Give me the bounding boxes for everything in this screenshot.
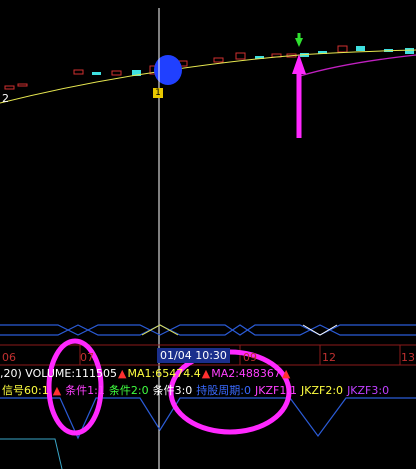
signal-line-upper: [0, 324, 416, 336]
crosshair-date-label: 01/04 10:30: [157, 348, 230, 363]
up-arrow-magenta-stem: [296, 72, 302, 138]
indicator-row-item: JKZF2:0: [301, 384, 344, 397]
indicator-row-item: 条件2:0: [108, 384, 149, 397]
date-tick-13: 13: [401, 351, 415, 364]
volume-row-item: ▲: [118, 367, 127, 380]
signal-line-lower: [0, 324, 416, 336]
candlestick: [17, 83, 28, 87]
indicator-row-item: 信号60:1: [2, 384, 49, 397]
ma1-line: [0, 49, 416, 104]
down-arrow-green-stem: [297, 33, 301, 39]
indicator-row-item: 持股周期:0: [196, 384, 251, 397]
candlestick: [73, 69, 84, 75]
date-tick-06: 06: [2, 351, 16, 364]
volume-info-row: ,20) VOLUME:111505▲MA1:65474.4▲MA2:48836…: [0, 367, 291, 380]
indicator-row-item: 条件3:0: [152, 384, 193, 397]
volume-row-item: MA1:65474.4: [127, 367, 201, 380]
ma2-line: [299, 54, 416, 77]
candlestick: [92, 72, 101, 75]
left-value-label: 2: [2, 92, 9, 105]
down-arrow-green-icon: [295, 38, 303, 47]
date-tick-07: 07: [80, 351, 94, 364]
indicator-line-blue: [0, 397, 416, 440]
volume-row-item: MA2:488367: [211, 367, 281, 380]
event-marker-badge[interactable]: 1: [153, 88, 163, 98]
indicator-line-cyan: [0, 438, 63, 469]
volume-row-item: ▲: [281, 367, 291, 380]
candlestick: [405, 48, 414, 54]
candlestick: [356, 46, 365, 51]
chart-canvas[interactable]: [0, 0, 416, 469]
indicator-info-row: 信号60:1 ▲ 条件1:1 条件2:0 条件3:0 持股周期:0 JKZF1:1 JKZF2…: [2, 384, 393, 397]
highlight-circle-blue: [154, 55, 182, 85]
indicator-row-item: JKZF1:1: [255, 384, 298, 397]
volume-row-item: ,20) VOLUME:111505: [0, 367, 118, 380]
signal-highlight-white: [302, 324, 338, 336]
signal-highlight-yellow: [141, 324, 179, 336]
indicator-row-item: 条件1:1: [65, 384, 105, 397]
candlestick: [235, 52, 246, 60]
candlestick: [4, 85, 15, 90]
date-tick-12: 12: [322, 351, 336, 364]
candlestick: [111, 70, 122, 76]
candlestick: [337, 45, 348, 53]
indicator-row-item: ▲: [52, 384, 62, 397]
indicator-row-item: JKZF3:0: [347, 384, 390, 397]
candlestick: [213, 57, 224, 63]
date-tick-09: 09: [243, 351, 257, 364]
volume-row-item: ▲: [201, 367, 211, 380]
